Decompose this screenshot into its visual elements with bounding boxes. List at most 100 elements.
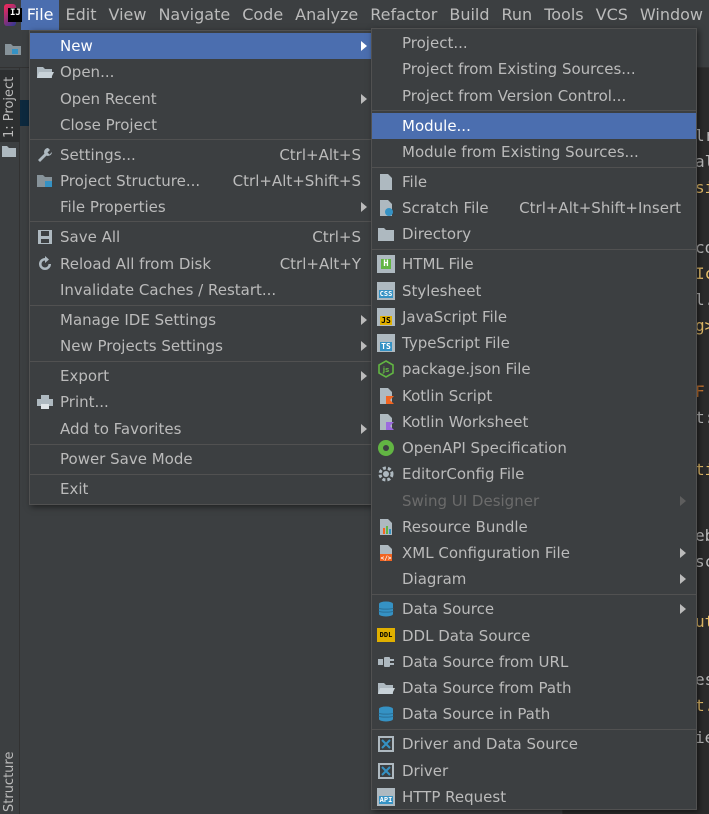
menu-view[interactable]: View — [102, 0, 152, 30]
left-tool-strip — [0, 68, 20, 814]
driver-icon — [378, 736, 394, 752]
code-line: co — [695, 238, 709, 257]
file-menu-print[interactable]: Print... — [30, 389, 371, 415]
menu-window[interactable]: Window — [634, 0, 709, 30]
new-data-source-from-url[interactable]: Data Source from URL — [372, 649, 696, 675]
new-scratch-file[interactable]: Scratch File Ctrl+Alt+Shift+Insert — [372, 195, 696, 221]
menu-item-label: File — [402, 173, 428, 191]
new-typescript-file[interactable]: TS TypeScript File — [372, 330, 696, 356]
menu-vcs[interactable]: VCS — [590, 0, 634, 30]
typescript-file-icon-text: TS — [380, 341, 392, 351]
submenu-arrow-icon — [680, 604, 686, 614]
submenu-arrow-icon — [680, 496, 686, 506]
new-module[interactable]: Module... — [372, 113, 696, 139]
new-data-source-from-path[interactable]: Data Source from Path — [372, 675, 696, 701]
new-driver-and-data-source[interactable]: Driver and Data Source — [372, 731, 696, 757]
menu-tools[interactable]: Tools — [538, 0, 589, 30]
menu-code[interactable]: Code — [236, 0, 289, 30]
xml-file-icon: </> — [380, 545, 392, 562]
file-menu-invalidate-caches[interactable]: Invalidate Caches / Restart... — [30, 277, 371, 303]
structure-tool-tab[interactable]: Structure — [2, 752, 17, 812]
new-module-from-existing-sources[interactable]: Module from Existing Sources... — [372, 139, 696, 165]
menu-item-label: EditorConfig File — [402, 465, 525, 483]
menu-item-label: New — [60, 37, 93, 55]
menu-item-label: Invalidate Caches / Restart... — [60, 281, 277, 299]
menu-item-label: Print... — [60, 393, 109, 411]
submenu-arrow-icon — [361, 424, 367, 434]
file-menu-project-structure[interactable]: Project Structure... Ctrl+Alt+Shift+S — [30, 168, 371, 194]
menu-item-label: DDL Data Source — [402, 627, 531, 645]
new-file[interactable]: File — [372, 169, 696, 195]
submenu-arrow-icon — [361, 41, 367, 51]
new-directory[interactable]: Directory — [372, 221, 696, 247]
printer-icon — [37, 395, 53, 409]
new-data-source[interactable]: Data Source — [372, 596, 696, 622]
new-driver[interactable]: Driver — [372, 758, 696, 784]
menu-item-label: File Properties — [60, 198, 166, 216]
file-menu-open-recent[interactable]: Open Recent — [30, 86, 371, 112]
submenu-arrow-icon — [361, 94, 367, 104]
file-menu-exit[interactable]: Exit — [30, 476, 371, 502]
file-menu-settings[interactable]: Settings... Ctrl+Alt+S — [30, 142, 371, 168]
menu-item-label: Manage IDE Settings — [60, 311, 217, 329]
file-menu-add-to-favorites[interactable]: Add to Favorites — [30, 416, 371, 442]
new-editorconfig-file[interactable]: EditorConfig File — [372, 461, 696, 487]
new-project-from-vcs[interactable]: Project from Version Control... — [372, 83, 696, 109]
new-project-from-existing-sources[interactable]: Project from Existing Sources... — [372, 56, 696, 82]
project-folder-icon — [5, 44, 21, 55]
resource-bundle-icon — [380, 519, 392, 535]
plug-icon — [378, 657, 394, 667]
new-swing-ui-designer[interactable]: Swing UI Designer — [372, 488, 696, 514]
new-xml-configuration-file[interactable]: </> XML Configuration File — [372, 540, 696, 566]
new-javascript-file[interactable]: JS JavaScript File — [372, 304, 696, 330]
file-menu-reload-all[interactable]: Reload All from Disk Ctrl+Alt+Y — [30, 251, 371, 277]
new-stylesheet[interactable]: CSS Stylesheet — [372, 278, 696, 304]
file-menu-file-properties[interactable]: File Properties — [30, 194, 371, 220]
new-data-source-in-path[interactable]: Data Source in Path — [372, 701, 696, 727]
file-menu-open[interactable]: Open... — [30, 59, 371, 85]
file-menu-new[interactable]: New — [30, 33, 371, 59]
menu-item-label: Open Recent — [60, 90, 157, 108]
menu-refactor[interactable]: Refactor — [364, 0, 443, 30]
file-menu-save-all[interactable]: Save All Ctrl+S — [30, 224, 371, 250]
file-menu-new-projects-settings[interactable]: New Projects Settings — [30, 333, 371, 359]
menu-build[interactable]: Build — [443, 0, 495, 30]
new-project[interactable]: Project... — [372, 30, 696, 56]
menu-edit[interactable]: Edit — [59, 0, 102, 30]
code-line: sc — [695, 552, 709, 571]
database-icon — [378, 601, 394, 617]
api-file-icon-text: API — [378, 796, 394, 804]
menu-separator — [372, 110, 696, 111]
new-resource-bundle[interactable]: Resource Bundle — [372, 514, 696, 540]
typescript-file-icon: TS — [377, 334, 395, 352]
code-line: g> — [695, 316, 709, 335]
open-folder-icon — [378, 683, 395, 694]
menu-item-label: Project from Existing Sources... — [402, 60, 636, 78]
menu-item-shortcut: Ctrl+Alt+S — [279, 146, 361, 164]
menu-item-label: HTML File — [402, 255, 474, 273]
menu-navigate[interactable]: Navigate — [152, 0, 236, 30]
project-tool-tab-label: 1: Project — [2, 76, 17, 138]
file-menu-manage-ide-settings[interactable]: Manage IDE Settings — [30, 307, 371, 333]
new-ddl-data-source[interactable]: DDL DDL Data Source — [372, 623, 696, 649]
new-http-request[interactable]: API HTTP Request — [372, 784, 696, 810]
menu-item-label: Driver and Data Source — [402, 735, 579, 753]
new-package-json[interactable]: js package.json File — [372, 356, 696, 382]
new-openapi-specification[interactable]: OpenAPI Specification — [372, 435, 696, 461]
project-tool-tab[interactable]: 1: Project — [0, 70, 20, 142]
new-kotlin-script[interactable]: Kotlin Script — [372, 383, 696, 409]
file-menu-close-project[interactable]: Close Project — [30, 112, 371, 138]
new-html-file[interactable]: H HTML File — [372, 251, 696, 277]
menu-run[interactable]: Run — [496, 0, 539, 30]
menu-file[interactable]: File — [20, 0, 60, 30]
new-diagram[interactable]: Diagram — [372, 566, 696, 592]
javascript-file-icon-text: JS — [380, 315, 392, 325]
new-kotlin-worksheet[interactable]: Kotlin Worksheet — [372, 409, 696, 435]
menu-item-label: Export — [60, 367, 110, 385]
menu-item-label: HTTP Request — [402, 788, 507, 806]
file-menu-power-save-mode[interactable]: Power Save Mode — [30, 446, 371, 472]
project-tab-folder-icon — [2, 146, 16, 157]
scratch-file-icon — [380, 200, 393, 216]
menu-analyze[interactable]: Analyze — [289, 0, 364, 30]
file-menu-export[interactable]: Export — [30, 363, 371, 389]
